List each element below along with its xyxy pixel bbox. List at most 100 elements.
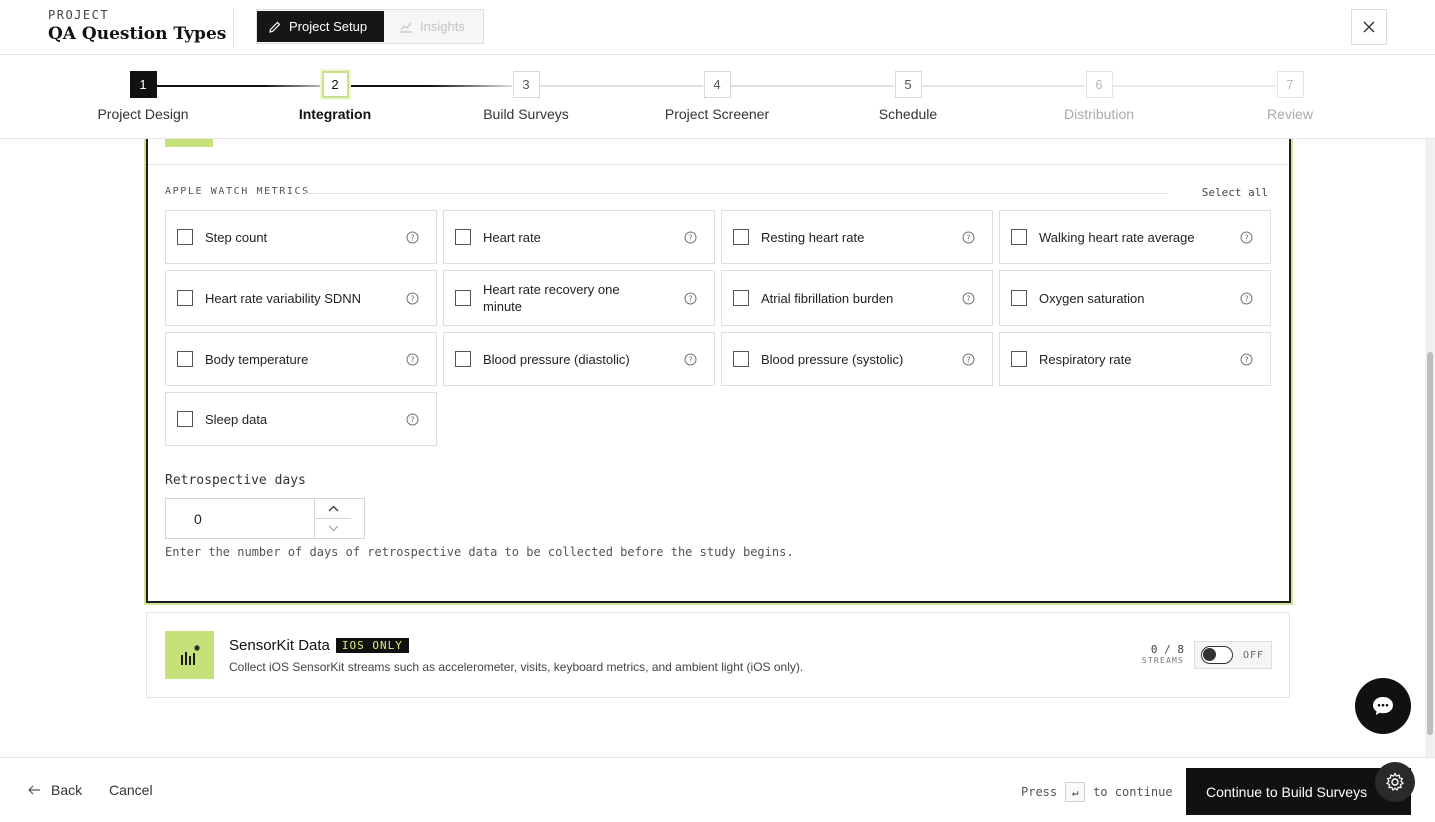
checkbox[interactable] bbox=[733, 229, 749, 245]
help-icon[interactable]: ? bbox=[684, 353, 697, 366]
chat-bubble-icon bbox=[1373, 697, 1393, 715]
card-icon-tile bbox=[165, 139, 213, 147]
increment-button[interactable] bbox=[315, 499, 351, 519]
metric-atrial-fibrillation-burden[interactable]: Atrial fibrillation burden ? bbox=[721, 270, 993, 326]
help-icon[interactable]: ? bbox=[962, 353, 975, 366]
metric-step-count[interactable]: Step count ? bbox=[165, 210, 437, 264]
back-label: Back bbox=[51, 782, 83, 798]
step-number: 2 bbox=[321, 71, 349, 98]
settings-button[interactable] bbox=[1375, 762, 1415, 802]
metric-resting-heart-rate[interactable]: Resting heart rate ? bbox=[721, 210, 993, 264]
help-icon[interactable]: ? bbox=[684, 292, 697, 305]
checkbox[interactable] bbox=[1011, 229, 1027, 245]
step-schedule[interactable]: 5 Schedule bbox=[828, 71, 988, 122]
retrospective-days-help: Enter the number of days of retrospectiv… bbox=[165, 545, 794, 559]
help-icon[interactable]: ? bbox=[962, 292, 975, 305]
step-project-screener[interactable]: 4 Project Screener bbox=[637, 71, 797, 122]
streams-counter: 0 / 8 STREAMS bbox=[1142, 643, 1184, 665]
step-number: 5 bbox=[894, 71, 922, 98]
svg-text:?: ? bbox=[410, 415, 414, 424]
signal-bars-icon bbox=[180, 645, 200, 665]
step-project-design[interactable]: 1 Project Design bbox=[63, 71, 223, 122]
retrospective-days-value[interactable]: 0 bbox=[194, 511, 202, 527]
scrollbar-thumb[interactable] bbox=[1427, 352, 1433, 735]
svg-text:?: ? bbox=[688, 233, 692, 242]
enter-key-icon: ↵ bbox=[1065, 782, 1086, 802]
metric-label: Blood pressure (diastolic) bbox=[483, 351, 630, 367]
progress-stepper: 1 Project Design 2 Integration 3 Build S… bbox=[0, 55, 1435, 139]
sensorkit-toggle[interactable]: OFF bbox=[1194, 641, 1272, 669]
help-icon[interactable]: ? bbox=[406, 231, 419, 244]
metric-sleep-data[interactable]: Sleep data ? bbox=[165, 392, 437, 446]
project-setup-button[interactable]: Project Setup bbox=[257, 11, 384, 42]
help-icon[interactable]: ? bbox=[406, 292, 419, 305]
step-number: 6 bbox=[1085, 71, 1113, 98]
metric-label: Blood pressure (systolic) bbox=[761, 351, 904, 367]
project-title: QA Question Types bbox=[48, 24, 227, 44]
metric-label: Sleep data bbox=[205, 411, 268, 427]
metric-blood-pressure-systolic[interactable]: Blood pressure (systolic) ? bbox=[721, 332, 993, 386]
checkbox[interactable] bbox=[455, 290, 471, 306]
step-distribution[interactable]: 6 Distribution bbox=[1019, 71, 1179, 122]
svg-text:?: ? bbox=[688, 355, 692, 364]
step-label: Review bbox=[1267, 106, 1313, 122]
toggle-state-label: OFF bbox=[1243, 649, 1265, 661]
decrement-button[interactable] bbox=[315, 519, 351, 538]
metric-hrv-sdnn[interactable]: Heart rate variability SDNN ? bbox=[165, 270, 437, 326]
toggle-knob bbox=[1203, 648, 1216, 661]
pencil-icon bbox=[269, 21, 281, 33]
checkbox[interactable] bbox=[177, 411, 193, 427]
chat-button[interactable] bbox=[1355, 678, 1411, 734]
close-button[interactable] bbox=[1351, 9, 1387, 45]
sensorkit-title-row: SensorKit Data IOS ONLY bbox=[229, 637, 409, 654]
metric-label: Heart rate bbox=[483, 229, 541, 245]
apple-watch-card: APPLE WATCH METRICS Select all Step coun… bbox=[146, 139, 1291, 603]
step-number: 4 bbox=[703, 71, 731, 98]
back-button[interactable]: Back bbox=[28, 782, 82, 798]
svg-text:?: ? bbox=[966, 294, 970, 303]
checkbox[interactable] bbox=[1011, 351, 1027, 367]
checkbox[interactable] bbox=[733, 290, 749, 306]
help-icon[interactable]: ? bbox=[1240, 292, 1253, 305]
streams-unit: STREAMS bbox=[1141, 656, 1184, 665]
checkbox[interactable] bbox=[455, 351, 471, 367]
checkbox[interactable] bbox=[177, 351, 193, 367]
divider bbox=[233, 8, 234, 48]
chevron-up-icon bbox=[328, 505, 338, 512]
help-icon[interactable]: ? bbox=[962, 231, 975, 244]
scrollbar[interactable] bbox=[1425, 139, 1435, 757]
checkbox[interactable] bbox=[455, 229, 471, 245]
cancel-button[interactable]: Cancel bbox=[109, 782, 153, 798]
step-build-surveys[interactable]: 3 Build Surveys bbox=[446, 71, 606, 122]
insights-button[interactable]: Insights bbox=[388, 11, 484, 42]
retrospective-days-input[interactable]: 0 bbox=[165, 498, 365, 539]
metric-walking-heart-rate-average[interactable]: Walking heart rate average ? bbox=[999, 210, 1271, 264]
help-icon[interactable]: ? bbox=[684, 231, 697, 244]
checkbox[interactable] bbox=[177, 290, 193, 306]
step-review[interactable]: 7 Review bbox=[1210, 71, 1370, 122]
metric-oxygen-saturation[interactable]: Oxygen saturation ? bbox=[999, 270, 1271, 326]
checkbox[interactable] bbox=[733, 351, 749, 367]
checkbox[interactable] bbox=[1011, 290, 1027, 306]
svg-text:?: ? bbox=[1244, 355, 1248, 364]
metric-label: Heart rate variability SDNN bbox=[205, 290, 362, 306]
help-icon[interactable]: ? bbox=[1240, 353, 1253, 366]
step-integration[interactable]: 2 Integration bbox=[255, 71, 415, 122]
metric-body-temperature[interactable]: Body temperature ? bbox=[165, 332, 437, 386]
sensorkit-description: Collect iOS SensorKit streams such as ac… bbox=[229, 660, 804, 674]
help-icon[interactable]: ? bbox=[1240, 231, 1253, 244]
metric-label: Atrial fibrillation burden bbox=[761, 290, 894, 306]
help-icon[interactable]: ? bbox=[406, 413, 419, 426]
chevron-down-icon bbox=[328, 525, 338, 532]
metric-label: Heart rate recovery one minute bbox=[483, 282, 620, 314]
metric-blood-pressure-diastolic[interactable]: Blood pressure (diastolic) ? bbox=[443, 332, 715, 386]
metric-respiratory-rate[interactable]: Respiratory rate ? bbox=[999, 332, 1271, 386]
metric-heart-rate-recovery[interactable]: Heart rate recovery one minute ? bbox=[443, 270, 715, 326]
step-number: 1 bbox=[129, 71, 157, 98]
checkbox[interactable] bbox=[177, 229, 193, 245]
step-label: Build Surveys bbox=[483, 106, 569, 122]
metric-heart-rate[interactable]: Heart rate ? bbox=[443, 210, 715, 264]
select-all-link[interactable]: Select all bbox=[1202, 186, 1268, 199]
svg-text:?: ? bbox=[410, 294, 414, 303]
help-icon[interactable]: ? bbox=[406, 353, 419, 366]
